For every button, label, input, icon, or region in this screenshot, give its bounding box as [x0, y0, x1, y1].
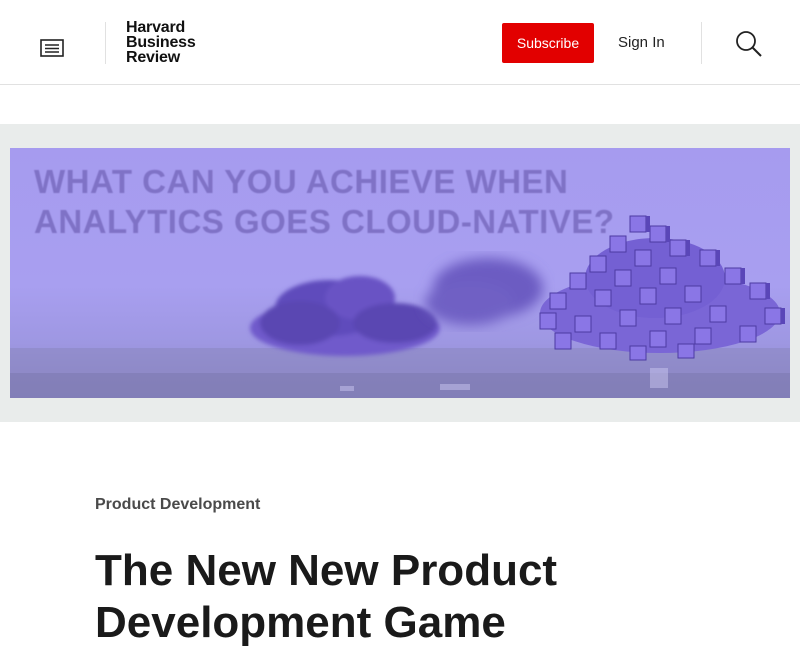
hbr-logo[interactable]: Harvard Business Review	[126, 19, 196, 66]
search-icon[interactable]	[735, 30, 763, 58]
subscribe-button[interactable]: Subscribe	[502, 23, 594, 63]
logo-line: Harvard	[126, 19, 186, 36]
ad-headline-line: ANALYTICS GOES CLOUD-NATIVE?	[34, 203, 615, 240]
ad-headline: WHAT CAN YOU ACHIEVE WHEN ANALYTICS GOES…	[34, 162, 654, 242]
logo-line: Review	[126, 49, 180, 66]
advertisement-banner[interactable]: WHAT CAN YOU ACHIEVE WHEN ANALYTICS GOES…	[10, 148, 790, 398]
sign-in-link[interactable]: Sign In	[618, 34, 665, 51]
header-divider	[105, 22, 106, 64]
logo-line: Business	[126, 34, 196, 51]
site-header: Harvard Business Review Subscribe Sign I…	[0, 0, 800, 85]
header-divider	[701, 22, 702, 64]
ad-headline-line: WHAT CAN YOU ACHIEVE WHEN	[34, 163, 569, 200]
advertisement-band: WHAT CAN YOU ACHIEVE WHEN ANALYTICS GOES…	[0, 124, 800, 422]
menu-icon[interactable]	[40, 37, 66, 59]
article-title: The New New Product Development Game	[95, 546, 558, 647]
article-category-link[interactable]: Product Development	[95, 496, 260, 514]
